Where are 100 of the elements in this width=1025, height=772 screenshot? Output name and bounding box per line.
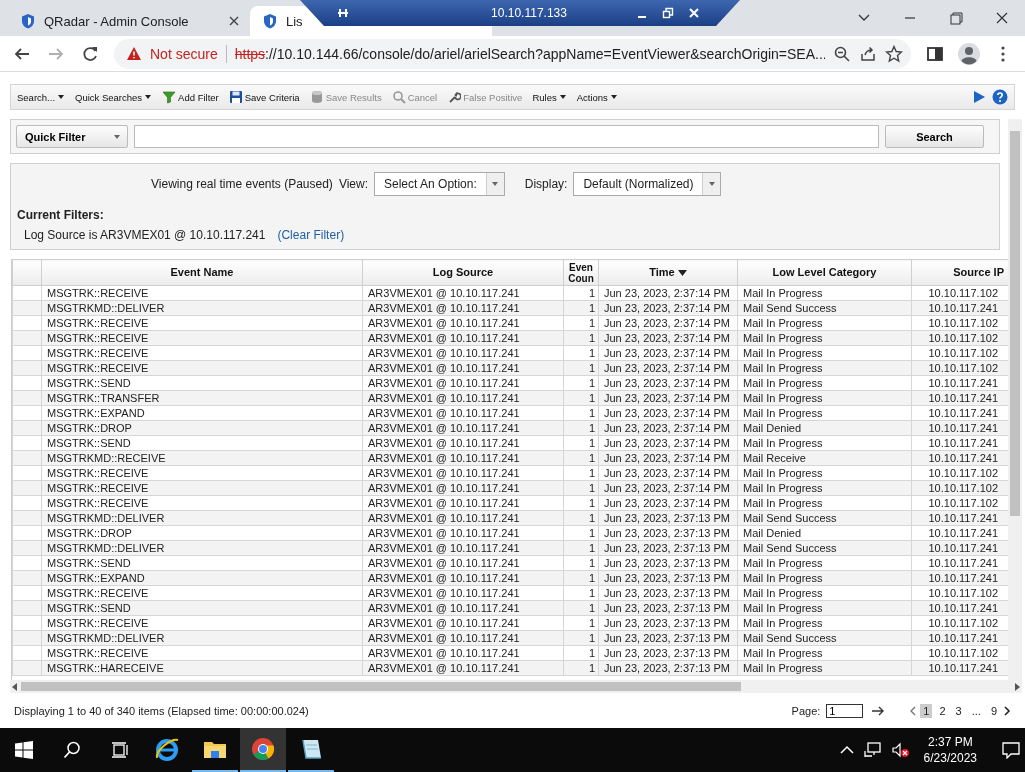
toolbar-item[interactable]: Save Criteria bbox=[228, 90, 300, 104]
table-cell: Jun 23, 2023, 2:37:14 PM bbox=[598, 285, 738, 301]
clock-date: 6/23/2023 bbox=[923, 750, 977, 766]
table-cell: AR3VMEX01 @ 10.10.117.241 bbox=[362, 435, 564, 451]
table-cell: MSGTRK::EXPAND bbox=[41, 405, 363, 421]
table-cell: MSGTRK::RECEIVE bbox=[41, 465, 363, 481]
table-cell: Mail In Progress bbox=[737, 585, 912, 601]
table-cell: Jun 23, 2023, 2:37:13 PM bbox=[598, 615, 738, 631]
table-cell: 1 bbox=[563, 615, 599, 631]
browser-tab[interactable]: QRadar - Admin Console bbox=[8, 6, 250, 36]
filters-heading: Current Filters: bbox=[17, 208, 105, 222]
page-link[interactable]: 3 bbox=[952, 703, 965, 718]
table-cell: MSGTRK::RECEIVE bbox=[41, 495, 363, 511]
table-cell: AR3VMEX01 @ 10.10.117.241 bbox=[362, 315, 564, 331]
table-cell: MSGTRK::SEND bbox=[41, 375, 363, 391]
table-cell: AR3VMEX01 @ 10.10.117.241 bbox=[362, 345, 564, 361]
table-cell: 1 bbox=[563, 315, 599, 331]
table-cell: 1 bbox=[563, 465, 599, 481]
table-cell: Mail In Progress bbox=[737, 645, 912, 661]
table-cell: MSGTRK::RECEIVE bbox=[41, 585, 363, 601]
table-cell: MSGTRK::RECEIVE bbox=[41, 285, 363, 301]
connection-title: 10.10.117.133 bbox=[490, 6, 568, 20]
display-select[interactable]: Default (Normalized) bbox=[573, 172, 722, 196]
table-cell: AR3VMEX01 @ 10.10.117.241 bbox=[362, 465, 564, 481]
table-cell: AR3VMEX01 @ 10.10.117.241 bbox=[362, 645, 564, 661]
table-cell: AR3VMEX01 @ 10.10.117.241 bbox=[362, 615, 564, 631]
table-cell: MSGTRK::RECEIVE bbox=[41, 315, 363, 331]
table-cell: AR3VMEX01 @ 10.10.117.241 bbox=[362, 585, 564, 601]
status-summary: Displaying 1 to 40 of 340 items (Elapsed time: 00:00:00.024) bbox=[14, 704, 309, 717]
table-cell: Jun 23, 2023, 2:37:14 PM bbox=[598, 405, 738, 421]
table-cell: 1 bbox=[563, 645, 599, 661]
table-cell: 1 bbox=[563, 375, 599, 391]
page-label: Page: bbox=[791, 704, 821, 717]
display-label: Display: bbox=[524, 177, 568, 191]
clear-filter-link[interactable]: (Clear Filter) bbox=[277, 228, 345, 242]
toolbar-item[interactable]: Quick Searches bbox=[75, 91, 153, 103]
toolbar-item[interactable]: Actions bbox=[576, 91, 618, 103]
table-cell: AR3VMEX01 @ 10.10.117.241 bbox=[362, 285, 564, 301]
table-cell: AR3VMEX01 @ 10.10.117.241 bbox=[362, 525, 564, 541]
table-cell: 1 bbox=[563, 555, 599, 571]
column-header[interactable]: Log Source bbox=[362, 259, 564, 286]
table-cell: AR3VMEX01 @ 10.10.117.241 bbox=[362, 495, 564, 511]
page-input[interactable]: 1 bbox=[826, 703, 864, 718]
toolbar-item[interactable]: Rules bbox=[532, 91, 567, 103]
table-cell: Jun 23, 2023, 2:37:14 PM bbox=[598, 315, 738, 331]
table-cell: MSGTRK::DROP bbox=[41, 525, 363, 541]
clock-time: 2:37 PM bbox=[927, 734, 973, 750]
security-label: Not secure bbox=[150, 45, 218, 62]
page-link[interactable]: 2 bbox=[936, 703, 949, 718]
page-link[interactable]: 1 bbox=[920, 703, 933, 718]
table-cell: 1 bbox=[563, 435, 599, 451]
table-cell: 1 bbox=[563, 585, 599, 601]
column-header[interactable]: Event Name bbox=[41, 259, 363, 286]
toolbar-item[interactable]: Search... bbox=[17, 91, 66, 103]
quick-filter-dropdown[interactable]: Quick Filter bbox=[16, 125, 128, 148]
table-cell: AR3VMEX01 @ 10.10.117.241 bbox=[362, 405, 564, 421]
view-select[interactable]: Select An Option: bbox=[374, 172, 505, 196]
table-cell: Mail In Progress bbox=[737, 285, 912, 301]
table-cell: MSGTRK::RECEIVE bbox=[41, 615, 363, 631]
column-header[interactable]: Time bbox=[598, 259, 738, 286]
column-header[interactable]: Low Level Category bbox=[737, 259, 912, 286]
table-cell: AR3VMEX01 @ 10.10.117.241 bbox=[362, 555, 564, 571]
table-cell: Mail In Progress bbox=[737, 405, 912, 421]
table-cell: Jun 23, 2023, 2:37:13 PM bbox=[598, 645, 738, 661]
page-link[interactable]: ... bbox=[968, 703, 984, 718]
table-cell: Mail In Progress bbox=[737, 435, 912, 451]
table-cell: MSGTRK::RECEIVE bbox=[41, 345, 363, 361]
column-header[interactable]: Even Coun bbox=[563, 259, 599, 286]
table-cell: 1 bbox=[563, 495, 599, 511]
table-cell: Mail Denied bbox=[737, 525, 912, 541]
table-cell: Mail In Progress bbox=[737, 615, 912, 631]
page-link[interactable]: 9 bbox=[987, 703, 1000, 718]
filter-text: Log Source is AR3VMEX01 @ 10.10.117.241 bbox=[24, 228, 266, 242]
table-cell: MSGTRK::RECEIVE bbox=[41, 645, 363, 661]
table-cell: Mail In Progress bbox=[737, 465, 912, 481]
table-cell: MSGTRK::SEND bbox=[41, 435, 363, 451]
table-cell: Mail In Progress bbox=[737, 495, 912, 511]
table-cell: Jun 23, 2023, 2:37:14 PM bbox=[598, 375, 738, 391]
table-cell: Jun 23, 2023, 2:37:14 PM bbox=[598, 465, 738, 481]
table-cell: Jun 23, 2023, 2:37:13 PM bbox=[598, 585, 738, 601]
table-cell: Jun 23, 2023, 2:37:14 PM bbox=[598, 495, 738, 511]
table-cell: AR3VMEX01 @ 10.10.117.241 bbox=[362, 375, 564, 391]
table-cell: Mail In Progress bbox=[737, 345, 912, 361]
table-cell: 1 bbox=[563, 525, 599, 541]
search-button[interactable]: Search bbox=[885, 125, 984, 148]
view-label: View: bbox=[338, 177, 368, 191]
table-cell: Jun 23, 2023, 2:37:13 PM bbox=[598, 525, 738, 541]
status-text: Viewing real time events (Paused) bbox=[151, 177, 333, 191]
table-cell: Mail In Progress bbox=[737, 315, 912, 331]
table-cell: Mail In Progress bbox=[737, 375, 912, 391]
toolbar-item[interactable]: Add Filter bbox=[162, 90, 219, 104]
table-cell: 1 bbox=[563, 405, 599, 421]
column-header[interactable]: Source IP bbox=[911, 259, 1008, 286]
table-cell: 1 bbox=[563, 345, 599, 361]
table-cell: MSGTRK::SEND bbox=[41, 555, 363, 571]
table-cell: Mail In Progress bbox=[737, 555, 912, 571]
table-cell: 1 bbox=[563, 285, 599, 301]
address-field[interactable]: Not secure https://10.10.144.66/console/do/ariel/arielSearch?appName=EventViewer&searchOrigin=SEA... bbox=[114, 38, 911, 69]
table-cell: Jun 23, 2023, 2:37:14 PM bbox=[598, 435, 738, 451]
url-text: https://10.10.144.66/console/do/ariel/arielSearch?appName=EventViewer&searchOrigin=SEA... bbox=[234, 45, 825, 62]
